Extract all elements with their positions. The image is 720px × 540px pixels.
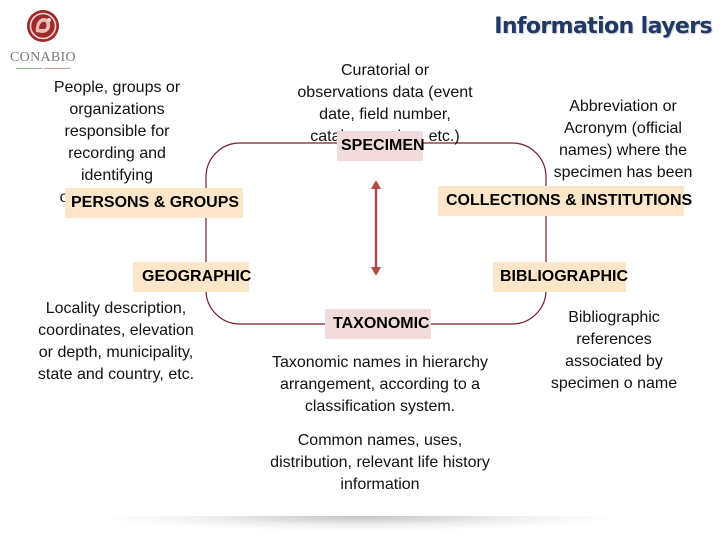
taxonomic-desc-line: Taxonomic names in hierarchy <box>271 354 489 371</box>
geographic-desc-line: state and country, etc. <box>37 366 195 383</box>
geographic-description: Locality description, coordinates, eleva… <box>18 298 214 386</box>
persons-desc-line: responsible for <box>64 123 170 140</box>
double-headed-arrow-icon <box>371 180 381 276</box>
specimen-desc-line: date, field number, <box>319 106 451 123</box>
persons-desc-line: identifying <box>80 167 154 184</box>
specimen-label: SPECIMEN <box>337 131 425 161</box>
geographic-desc-line: coordinates, elevation <box>38 322 194 339</box>
persons-desc-line: organizations <box>69 101 165 118</box>
bibliographic-desc-line: specimen o name <box>550 375 678 392</box>
collections-desc-line: specimen has been <box>553 164 693 181</box>
persons-groups-label: PERSONS & GROUPS <box>65 188 243 218</box>
slide-bottom-shadow <box>110 516 610 530</box>
geographic-desc-line: or depth, municipality, <box>38 344 194 361</box>
taxonomic-extra-line: distribution, relevant life history <box>270 454 490 471</box>
taxonomic-desc-line: classification system. <box>304 398 456 415</box>
specimen-desc-line: observations data (event <box>297 84 473 101</box>
geographic-desc-line: Locality description, <box>45 300 187 317</box>
taxonomic-extra-line: Common names, uses, <box>297 432 463 449</box>
persons-desc-line: People, groups or <box>53 79 181 96</box>
taxonomic-extra-description: Common names, uses, distribution, releva… <box>245 430 515 496</box>
taxonomic-desc-line: arrangement, according to a <box>279 376 481 393</box>
bibliographic-desc-line: associated by <box>565 353 663 370</box>
bibliographic-desc-line: Bibliographic <box>568 309 660 326</box>
bibliographic-description: Bibliographic references associated by s… <box>534 307 694 395</box>
persons-desc-line: recording and <box>68 145 166 162</box>
specimen-desc-line: Curatorial or <box>340 62 430 79</box>
taxonomic-extra-line: information <box>340 476 420 493</box>
taxonomic-label: TAXONOMIC <box>325 309 431 339</box>
collections-institutions-label: COLLECTIONS & INSTITUTIONS <box>438 186 692 216</box>
collections-desc-line: Abbreviation or <box>569 98 677 115</box>
collections-desc-line: Acronym (official <box>564 120 682 137</box>
taxonomic-description: Taxonomic names in hierarchy arrangement… <box>245 352 515 418</box>
collections-desc-line: names) where the <box>558 142 688 159</box>
bibliographic-label: BIBLIOGRAPHIC <box>493 262 628 292</box>
geographic-label: GEOGRAPHIC <box>133 262 251 292</box>
bibliographic-desc-line: references <box>576 331 652 348</box>
